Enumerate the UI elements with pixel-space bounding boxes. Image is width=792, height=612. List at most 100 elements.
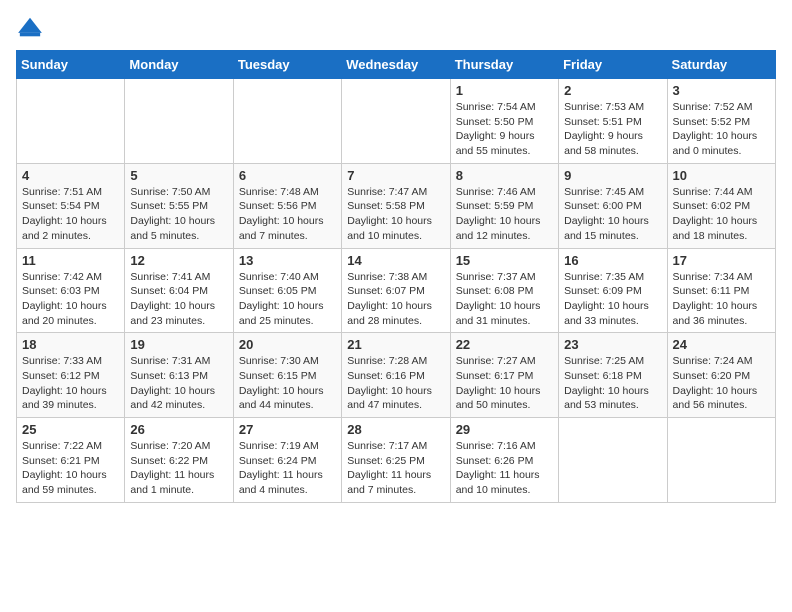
calendar-cell: 26Sunrise: 7:20 AMSunset: 6:22 PMDayligh… — [125, 418, 233, 503]
sunrise-text: Sunrise: 7:47 AM — [347, 186, 427, 198]
calendar-cell: 2Sunrise: 7:53 AMSunset: 5:51 PMDaylight… — [559, 79, 667, 164]
daylight-text: Daylight: 10 hours and 0 minutes. — [673, 130, 758, 157]
calendar-cell — [17, 79, 125, 164]
calendar-cell: 14Sunrise: 7:38 AMSunset: 6:07 PMDayligh… — [342, 248, 450, 333]
logo-icon — [16, 16, 44, 38]
day-number: 7 — [347, 168, 444, 183]
daylight-text: Daylight: 11 hours and 7 minutes. — [347, 469, 431, 496]
day-number: 22 — [456, 337, 553, 352]
daylight-text: Daylight: 10 hours and 36 minutes. — [673, 300, 758, 327]
calendar-week-4: 18Sunrise: 7:33 AMSunset: 6:12 PMDayligh… — [17, 333, 776, 418]
daylight-text: Daylight: 10 hours and 20 minutes. — [22, 300, 107, 327]
calendar-header-row: SundayMondayTuesdayWednesdayThursdayFrid… — [17, 51, 776, 79]
day-info: Sunrise: 7:48 AMSunset: 5:56 PMDaylight:… — [239, 185, 336, 244]
calendar-header-thursday: Thursday — [450, 51, 558, 79]
day-info: Sunrise: 7:30 AMSunset: 6:15 PMDaylight:… — [239, 354, 336, 413]
calendar-cell: 6Sunrise: 7:48 AMSunset: 5:56 PMDaylight… — [233, 163, 341, 248]
sunset-text: Sunset: 5:54 PM — [22, 200, 100, 212]
sunrise-text: Sunrise: 7:44 AM — [673, 186, 753, 198]
calendar-cell: 12Sunrise: 7:41 AMSunset: 6:04 PMDayligh… — [125, 248, 233, 333]
daylight-text: Daylight: 10 hours and 33 minutes. — [564, 300, 649, 327]
day-number: 29 — [456, 422, 553, 437]
sunset-text: Sunset: 6:11 PM — [673, 285, 750, 297]
calendar-cell: 15Sunrise: 7:37 AMSunset: 6:08 PMDayligh… — [450, 248, 558, 333]
sunrise-text: Sunrise: 7:37 AM — [456, 271, 536, 283]
calendar-cell: 18Sunrise: 7:33 AMSunset: 6:12 PMDayligh… — [17, 333, 125, 418]
calendar-header-wednesday: Wednesday — [342, 51, 450, 79]
calendar-header-sunday: Sunday — [17, 51, 125, 79]
sunrise-text: Sunrise: 7:31 AM — [130, 355, 210, 367]
logo — [16, 16, 48, 38]
sunset-text: Sunset: 5:50 PM — [456, 116, 534, 128]
sunrise-text: Sunrise: 7:54 AM — [456, 101, 536, 113]
daylight-text: Daylight: 10 hours and 44 minutes. — [239, 385, 324, 412]
day-number: 26 — [130, 422, 227, 437]
calendar-cell: 11Sunrise: 7:42 AMSunset: 6:03 PMDayligh… — [17, 248, 125, 333]
calendar-cell: 20 Sunrise: 7:30 AMSunset: 6:15 PMDayligh… — [233, 333, 341, 418]
day-number: 15 — [456, 253, 553, 268]
daylight-text: Daylight: 10 hours and 18 minutes. — [673, 215, 758, 242]
daylight-text: Daylight: 10 hours and 10 minutes. — [347, 215, 432, 242]
day-info: Sunrise: 7:38 AMSunset: 6:07 PMDaylight:… — [347, 270, 444, 329]
day-info: Sunrise: 7:27 AMSunset: 6:17 PMDaylight:… — [456, 354, 553, 413]
calendar-cell: 29Sunrise: 7:16 AMSunset: 6:26 PMDayligh… — [450, 418, 558, 503]
day-info: Sunrise: 7:52 AM Sunset: 5:52 PM Daylight:… — [673, 100, 770, 159]
calendar-cell — [233, 79, 341, 164]
calendar-week-3: 11Sunrise: 7:42 AMSunset: 6:03 PMDayligh… — [17, 248, 776, 333]
daylight-text: Daylight: 11 hours and 4 minutes. — [239, 469, 323, 496]
daylight-text: Daylight: 9 hours and 58 minutes. — [564, 130, 643, 157]
sunset-text: Sunset: 6:16 PM — [347, 370, 425, 382]
calendar-cell: 27Sunrise: 7:19 AMSunset: 6:24 PMDayligh… — [233, 418, 341, 503]
calendar-cell: 10Sunrise: 7:44 AMSunset: 6:02 PMDayligh… — [667, 163, 775, 248]
calendar-cell — [125, 79, 233, 164]
sunset-text: Sunset: 6:18 PM — [564, 370, 642, 382]
sunset-text: Sunset: 6:07 PM — [347, 285, 425, 297]
calendar-header-friday: Friday — [559, 51, 667, 79]
calendar-week-1: 1Sunrise: 7:54 AMSunset: 5:50 PMDaylight… — [17, 79, 776, 164]
sunrise-text: Sunrise: 7:19 AM — [239, 440, 319, 452]
day-info: Sunrise: 7:47 AMSunset: 5:58 PMDaylight:… — [347, 185, 444, 244]
sunset-text: Sunset: 6:05 PM — [239, 285, 317, 297]
day-number: 2 — [564, 83, 661, 98]
sunset-text: Sunset: 5:56 PM — [239, 200, 317, 212]
day-info: Sunrise: 7:54 AMSunset: 5:50 PMDaylight:… — [456, 100, 553, 159]
daylight-text: Daylight: 10 hours and 25 minutes. — [239, 300, 324, 327]
calendar-header-tuesday: Tuesday — [233, 51, 341, 79]
daylight-text: Daylight: 10 hours and 39 minutes. — [22, 385, 107, 412]
sunrise-text: Sunrise: 7:46 AM — [456, 186, 536, 198]
daylight-text: Daylight: 10 hours and 7 minutes. — [239, 215, 324, 242]
day-info: Sunrise: 7:17 AMSunset: 6:25 PMDaylight:… — [347, 439, 444, 498]
sunrise-text: Sunrise: 7:52 AM — [673, 101, 753, 113]
calendar-cell: 23Sunrise: 7:25 AMSunset: 6:18 PMDayligh… — [559, 333, 667, 418]
day-info: Sunrise: 7:50 AMSunset: 5:55 PMDaylight:… — [130, 185, 227, 244]
sunset-text: Sunset: 5:59 PM — [456, 200, 534, 212]
calendar-cell: 19Sunrise: 7:31 AMSunset: 6:13 PMDayligh… — [125, 333, 233, 418]
day-number: 27 — [239, 422, 336, 437]
sunrise-text: Sunrise: 7:53 AM — [564, 101, 644, 113]
sunset-text: Sunset: 5:55 PM — [130, 200, 208, 212]
calendar-cell: 9 Sunrise: 7:45 AMSunset: 6:00 PMDaylight… — [559, 163, 667, 248]
day-info: Sunrise: 7:40 AMSunset: 6:05 PMDaylight:… — [239, 270, 336, 329]
day-info: Sunrise: 7:25 AMSunset: 6:18 PMDaylight:… — [564, 354, 661, 413]
calendar-cell: 25Sunrise: 7:22 AMSunset: 6:21 PMDayligh… — [17, 418, 125, 503]
sunrise-text: Sunrise: 7:42 AM — [22, 271, 102, 283]
sunset-text: Sunset: 5:52 PM — [673, 116, 751, 128]
calendar-cell: 3Sunrise: 7:52 AMSunset: 5:52 PMDaylight… — [667, 79, 775, 164]
sunset-text: Sunset: 6:22 PM — [130, 455, 208, 467]
sunrise-text: Sunrise: 7:16 AM — [456, 440, 536, 452]
day-number: 10 — [673, 168, 770, 183]
daylight-text: Daylight: 10 hours and 28 minutes. — [347, 300, 432, 327]
calendar-cell: 16Sunrise: 7:35 AMSunset: 6:09 PMDayligh… — [559, 248, 667, 333]
calendar-cell — [667, 418, 775, 503]
daylight-text: Daylight: 10 hours and 12 minutes. — [456, 215, 541, 242]
daylight-text: Daylight: 10 hours and 47 minutes. — [347, 385, 432, 412]
sunset-text: Sunset: 6:13 PM — [130, 370, 208, 382]
daylight-text: Daylight: 10 hours and 59 minutes. — [22, 469, 107, 496]
sunrise-text: Sunrise: 7:30 AM — [239, 355, 319, 367]
day-info: Sunrise: 7:51 AMSunset: 5:54 PMDaylight:… — [22, 185, 119, 244]
calendar-table: SundayMondayTuesdayWednesdayThursdayFrid… — [16, 50, 776, 503]
day-number: 11 — [22, 253, 119, 268]
day-number: 9 — [564, 168, 661, 183]
day-info: Sunrise: 7:45 AMSunset: 6:00 PMDaylight:… — [564, 185, 661, 244]
day-number: 20 — [239, 337, 336, 352]
